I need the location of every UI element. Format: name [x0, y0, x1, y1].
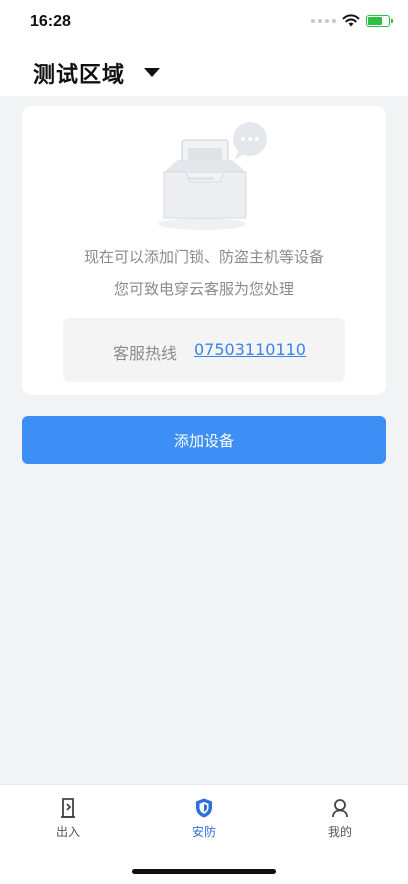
tab-label-entry-exit: 出入 [55, 825, 80, 839]
service-hotline-box: 客服热线 07503110110 [63, 318, 345, 382]
empty-state-message: 现在可以添加门锁、防盗主机等设备 [83, 248, 324, 266]
wifi-icon [342, 14, 360, 27]
tab-entry-exit[interactable]: 出入 [28, 797, 108, 840]
caret-down-icon[interactable] [144, 68, 160, 77]
status-icons [311, 14, 393, 27]
user-icon [332, 799, 348, 818]
region-title[interactable]: 测试区域 [33, 57, 125, 89]
empty-state-card: 现在可以添加门锁、防盗主机等设备 您可致电穿云客服为您处理 客服热线 07503… [22, 106, 386, 395]
hotline-label: 客服热线 [113, 344, 178, 363]
tab-label-mine: 我的 [327, 825, 352, 839]
header: 测试区域 [0, 48, 408, 96]
cellular-signal-icon [311, 18, 336, 23]
empty-state-hint: 您可致电穿云客服为您处理 [113, 280, 294, 298]
battery-icon [366, 14, 393, 27]
status-bar: 16:28 [0, 0, 408, 48]
home-indicator [132, 869, 276, 874]
hotline-number-link[interactable]: 07503110110 [194, 340, 306, 359]
empty-inbox-illustration [158, 122, 267, 230]
tab-mine[interactable]: 我的 [300, 797, 380, 840]
tab-label-security: 安防 [191, 825, 216, 839]
status-time: 16:28 [30, 13, 71, 30]
shield-icon [196, 798, 212, 818]
door-exit-icon [61, 798, 75, 818]
add-device-button[interactable]: 添加设备 [22, 416, 386, 464]
tab-security[interactable]: 安防 [164, 797, 244, 840]
